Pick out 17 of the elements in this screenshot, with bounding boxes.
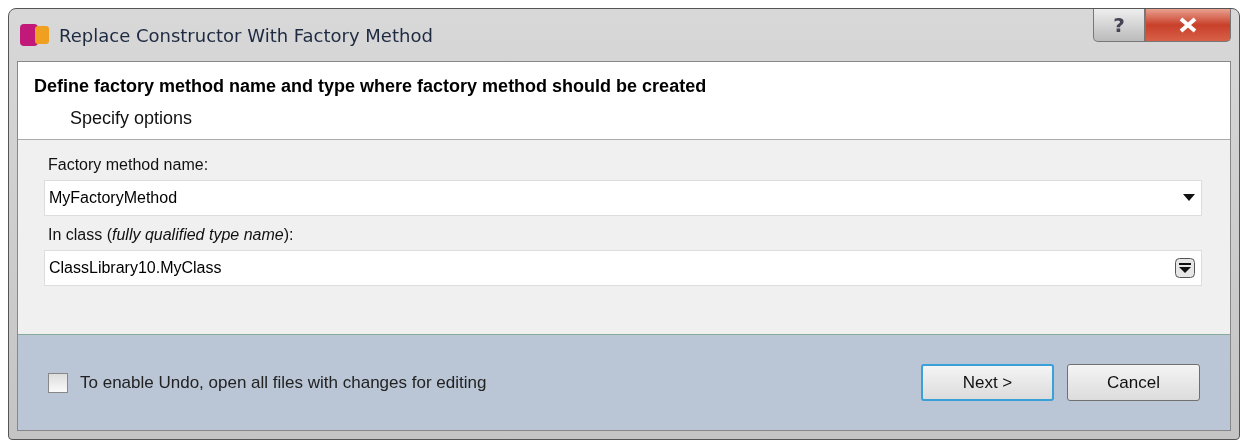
window-title: Replace Constructor With Factory Method [59,24,433,46]
step-title: Define factory method name and type where factory method should be created [34,76,708,97]
dialog-button[interactable]: Next > [921,364,1054,401]
combo-field[interactable]: MyFactoryMethod [44,180,1202,216]
checkbox-label: To enable Undo, open all files with changes for editing [80,372,487,393]
dialog-button[interactable]: Cancel [1067,364,1200,401]
dropdown-button-icon[interactable] [1175,258,1195,278]
step-subtitle: Specify options [69,107,194,129]
help-button[interactable]: ? [1093,9,1145,42]
field-label: Factory method name: [47,155,210,175]
app-logo-icon [19,22,51,48]
field-label: In class (fully qualified type name): [47,225,295,245]
combo-field[interactable]: ClassLibrary10.MyClass [44,250,1202,286]
close-button[interactable] [1145,9,1231,42]
checkbox[interactable] [48,372,68,393]
dropdown-arrow-icon[interactable] [1183,194,1195,202]
close-icon[interactable] [1177,17,1199,33]
